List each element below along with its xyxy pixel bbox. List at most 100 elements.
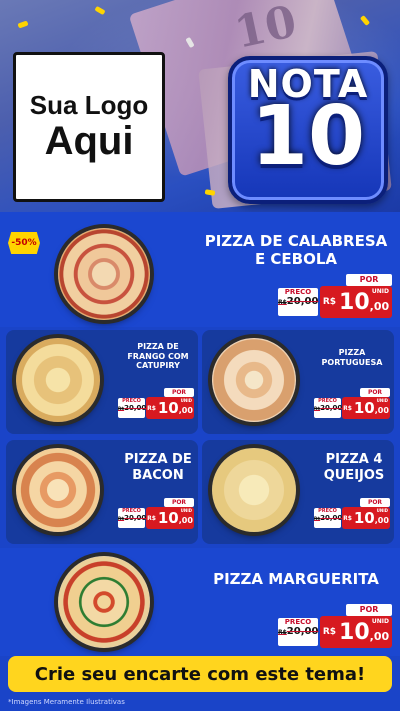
price-integer: 10 (353, 399, 375, 417)
price-tag: POR PRECO R$20,00 R$ 10 ,00 UNID (118, 388, 194, 420)
products-section: -50% PIZZA DE CALABRESA E CEBOLA POR PRE… (0, 212, 400, 711)
old-price: R$20,00 (118, 404, 147, 412)
price-decimal: ,00 (369, 299, 390, 313)
price-decimal: ,00 (178, 516, 193, 525)
product-title-line: BACON (132, 467, 184, 483)
por-label: POR (360, 388, 390, 397)
confetti-decoration (94, 5, 106, 16)
old-price-value: 20,00 (320, 514, 343, 522)
logo-text-line2: Aqui (44, 119, 134, 164)
currency-label: R$ (147, 404, 156, 412)
pizza-bacon-image (16, 448, 100, 532)
product-title-line: PIZZA (338, 348, 366, 357)
currency-label: R$ (343, 514, 352, 522)
logo-text-line1: Sua Logo (29, 89, 149, 120)
featured-title-line2: E CEBOLA (254, 250, 338, 268)
product-title-line: QUEIJOS (323, 467, 385, 483)
price-integer: 10 (339, 619, 370, 645)
old-price-box: PRECO R$20,00 (118, 398, 147, 418)
product-title-line: PIZZA DE (137, 342, 179, 351)
por-label: POR (164, 498, 194, 507)
product-title-line: PORTUGUESA (321, 357, 383, 367)
product-title: PIZZA PORTUGUESA (312, 348, 392, 367)
product-title-line: PIZZA 4 (325, 452, 383, 467)
old-price-box: PRECO R$20,00 (314, 398, 343, 418)
footer-disclaimer: *Imagens Meramente Ilustrativas (8, 698, 125, 706)
product-title-line: CATUPIRY (136, 361, 180, 371)
currency-label: R$ (322, 627, 337, 637)
unit-label: UNID (180, 508, 192, 513)
por-label: POR (346, 604, 392, 616)
new-price-box: R$ 10 ,00 UNID (342, 507, 390, 529)
old-price: R$20,00 (278, 296, 318, 307)
price-decimal: ,00 (178, 406, 193, 415)
featured-title-line1: PIZZA DE CALABRESA (204, 232, 388, 250)
product-title-line: FRANGO COM (127, 351, 189, 361)
logo-placeholder: Sua Logo Aqui (13, 52, 165, 202)
price-integer: 10 (157, 399, 179, 417)
old-price-value: 20,00 (124, 514, 147, 522)
unit-label: UNID (180, 398, 192, 403)
featured-price-tag: POR PRECO R$20,00 R$ 10 ,00 UNID (278, 274, 392, 320)
nota-10-badge: NOTA 10 (228, 56, 388, 204)
unit-label: UNID (371, 618, 389, 625)
cta-button[interactable]: Crie seu encarte com este tema! (8, 656, 392, 692)
old-price-value: 20,00 (286, 626, 319, 637)
pizza-4-queijos-image (212, 448, 296, 532)
old-price: R$20,00 (314, 514, 343, 522)
product-title: PIZZA 4 QUEIJOS (314, 452, 394, 483)
unit-label: UNID (376, 508, 388, 513)
old-price-currency: R$ (278, 299, 287, 306)
preco-label: PRECO (284, 618, 312, 626)
por-label: POR (346, 274, 392, 286)
product-card: PIZZA DE FRANGO COM CATUPIRY POR PRECO R… (6, 330, 198, 434)
por-label: POR (164, 388, 194, 397)
price-decimal: ,00 (374, 516, 389, 525)
product-title: PIZZA DE FRANGO COM CATUPIRY (118, 342, 198, 371)
confetti-decoration (17, 20, 29, 29)
unit-label: UNID (371, 288, 389, 295)
price-tag: POR PRECO R$20,00 R$ 10 ,00 UNID (314, 388, 390, 420)
product-card: PIZZA PORTUGUESA POR PRECO R$20,00 R$ 10… (202, 330, 394, 434)
old-price-value: 20,00 (320, 404, 343, 412)
price-tag: POR PRECO R$20,00 R$ 10 ,00 UNID (118, 498, 194, 530)
confetti-decoration (204, 189, 216, 196)
currency-label: R$ (343, 404, 352, 412)
old-price-currency: R$ (278, 629, 287, 636)
old-price-box: PRECO R$20,00 (118, 508, 147, 528)
old-price: R$20,00 (278, 626, 318, 637)
unit-label: UNID (376, 398, 388, 403)
currency-label: R$ (147, 514, 156, 522)
old-price-box: PRECO R$20,00 (278, 288, 318, 316)
old-price-value: 20,00 (124, 404, 147, 412)
discount-badge: -50% (8, 232, 40, 254)
new-price-box: R$ 10 ,00 UNID (320, 286, 392, 318)
featured-product-card: -50% PIZZA DE CALABRESA E CEBOLA POR PRE… (0, 212, 400, 327)
currency-label: R$ (322, 297, 337, 307)
old-price: R$20,00 (118, 514, 147, 522)
old-price: R$20,00 (314, 404, 343, 412)
new-price-box: R$ 10 ,00 UNID (320, 616, 392, 648)
product-title: PIZZA DE BACON (118, 452, 198, 483)
hero-banner: 10 Sua Logo Aqui NOTA 10 (0, 0, 400, 212)
confetti-decoration (359, 15, 371, 26)
price-decimal: ,00 (369, 629, 390, 643)
pizza-portuguesa-image (212, 338, 296, 422)
new-price-box: R$ 10 ,00 UNID (146, 507, 194, 529)
old-price-value: 20,00 (286, 296, 319, 307)
preco-label: PRECO (284, 288, 312, 296)
featured-title: PIZZA DE CALABRESA E CEBOLA (196, 232, 396, 268)
old-price-box: PRECO R$20,00 (278, 618, 318, 646)
product-card: PIZZA DE BACON POR PRECO R$20,00 R$ 10 ,… (6, 440, 198, 544)
new-price-box: R$ 10 ,00 UNID (342, 397, 390, 419)
pizza-calabresa-image (58, 228, 150, 320)
price-tag: POR PRECO R$20,00 R$ 10 ,00 UNID (314, 498, 390, 530)
new-price-box: R$ 10 ,00 UNID (146, 397, 194, 419)
old-price-box: PRECO R$20,00 (314, 508, 343, 528)
por-label: POR (360, 498, 390, 507)
featured-product-card: PIZZA MARGUERITA POR PRECO R$20,00 R$ 10… (0, 548, 400, 656)
price-integer: 10 (157, 509, 179, 527)
price-integer: 10 (339, 289, 370, 315)
pizza-marguerita-image (58, 556, 150, 648)
product-title-line: PIZZA DE (124, 452, 192, 467)
